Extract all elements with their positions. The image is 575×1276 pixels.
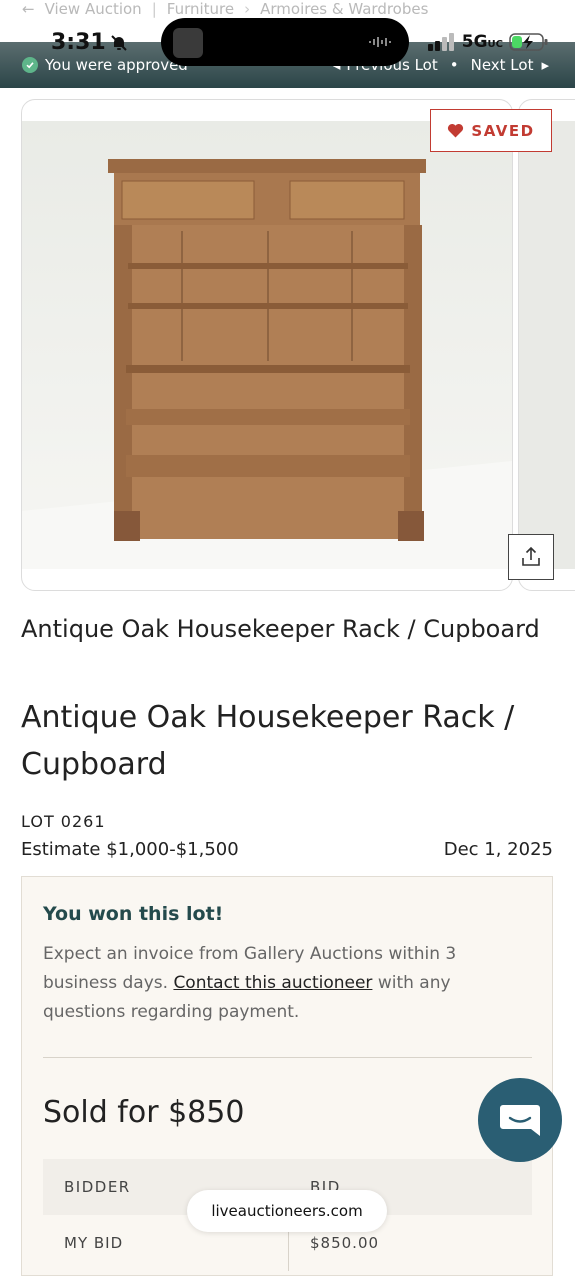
divider [43, 1057, 532, 1058]
chat-bubble-icon [500, 1105, 540, 1136]
approval-message: You were approved [45, 56, 188, 74]
sold-price: Sold for $850 [43, 1095, 245, 1130]
lot-title: Antique Oak Housekeeper Rack / Cupboard [21, 700, 515, 782]
saved-button[interactable]: SAVED [430, 109, 552, 152]
next-lot-photo [519, 121, 575, 569]
lot-photo[interactable] [22, 121, 512, 569]
invoice-message: Expect an invoice from Gallery Auctions … [43, 940, 513, 1027]
share-button[interactable] [508, 534, 554, 580]
lot-number: LOT 0261 [21, 812, 106, 831]
status-indicators: 5GUC [427, 32, 549, 52]
estimate: Estimate $1,000-$1,500 [21, 839, 239, 860]
next-lot-label: Next Lot [470, 56, 534, 74]
breadcrumb-item-category[interactable]: Furniture [167, 0, 234, 18]
cupboard-image [22, 159, 512, 569]
clock: 3:31 [51, 30, 106, 55]
now-playing-artwork [173, 28, 203, 58]
breadcrumb-back-link[interactable]: View Auction [45, 0, 142, 18]
won-heading: You won this lot! [43, 903, 224, 925]
bid-cell: $850.00 [310, 1234, 380, 1252]
chevron-right-icon: › [244, 0, 251, 18]
network-type: 5GUC [461, 32, 503, 52]
next-lot-link[interactable]: Next Lot ▸ [471, 56, 549, 74]
lot-title-caption: Antique Oak Housekeeper Rack / Cupboard [21, 615, 540, 643]
bell-slash-icon [111, 34, 127, 51]
status-time: 3:31 [51, 30, 128, 55]
share-icon [522, 546, 540, 566]
breadcrumb: ← View Auction | Furniture › Armoires & … [22, 0, 428, 18]
sale-date: Dec 1, 2025 [443, 839, 553, 860]
audio-wave-icon [369, 37, 391, 47]
check-circle-icon [22, 57, 38, 73]
url-bar[interactable]: liveauctioneers.com [187, 1190, 387, 1232]
breadcrumb-divider: | [151, 0, 157, 18]
caret-right-icon: ▸ [541, 56, 549, 74]
saved-label: SAVED [471, 121, 535, 140]
lot-image-card[interactable] [21, 99, 513, 591]
contact-auctioneer-link[interactable]: Contact this auctioneer [173, 973, 372, 993]
signal-icon [427, 33, 454, 51]
breadcrumb-item-subcategory[interactable]: Armoires & Wardrobes [260, 0, 428, 18]
dynamic-island [161, 18, 409, 66]
back-arrow-icon[interactable]: ← [22, 0, 35, 18]
chat-button[interactable] [478, 1078, 562, 1162]
nav-separator: • [449, 56, 459, 74]
heart-icon [448, 123, 464, 138]
next-image-card[interactable] [518, 99, 575, 591]
battery-charging-icon [509, 33, 548, 51]
